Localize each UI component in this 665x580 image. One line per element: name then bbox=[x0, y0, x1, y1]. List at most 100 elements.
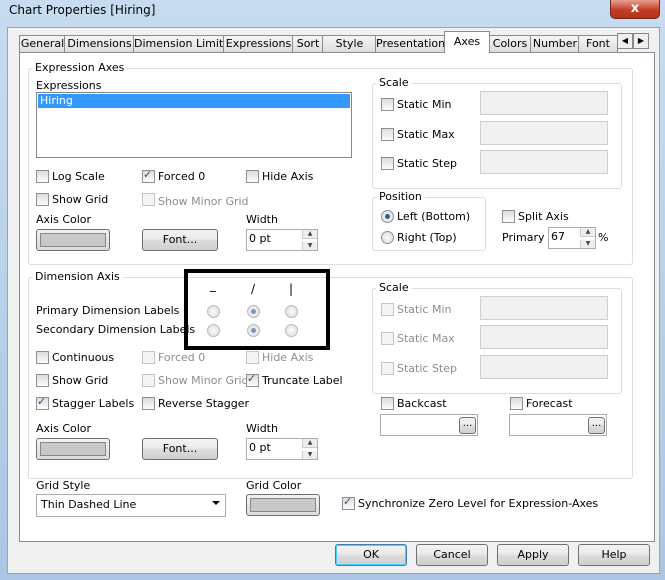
tab-sort[interactable]: Sort bbox=[292, 35, 324, 52]
spin-up-icon[interactable]: ▲ bbox=[302, 230, 317, 239]
forecast-browse-button[interactable]: ... bbox=[588, 417, 605, 434]
continuous-checkbox[interactable] bbox=[36, 351, 49, 364]
dim-static-step-input[interactable] bbox=[480, 355, 608, 379]
spin-up-icon[interactable]: ▲ bbox=[302, 439, 317, 448]
tab-presentation[interactable]: Presentation bbox=[375, 35, 446, 52]
grid-color-button[interactable] bbox=[246, 494, 320, 516]
cancel-button[interactable]: Cancel bbox=[416, 544, 488, 566]
font-button[interactable]: Font... bbox=[142, 229, 218, 251]
width-spinner[interactable]: 0 pt ▲ ▼ bbox=[246, 229, 318, 251]
sync-zero-checkbox[interactable]: ✓ bbox=[342, 495, 355, 510]
tab-dimensions[interactable]: Dimensions bbox=[64, 35, 135, 52]
tab-colors[interactable]: Colors bbox=[488, 35, 532, 52]
dim-show-grid-label: Show Grid bbox=[52, 374, 109, 387]
tab-scroll-left-icon[interactable]: ◀ bbox=[617, 33, 633, 49]
dim-show-grid-checkbox[interactable] bbox=[36, 374, 49, 387]
primary-unit: % bbox=[598, 231, 609, 244]
check-icon: ✓ bbox=[247, 372, 257, 385]
dim-forced-0-checkbox[interactable] bbox=[142, 351, 155, 364]
left-bottom-radio[interactable] bbox=[381, 210, 394, 223]
spin-down-icon[interactable]: ▼ bbox=[302, 242, 317, 250]
spin-down-icon[interactable]: ▼ bbox=[580, 240, 595, 248]
axis-color-swatch bbox=[40, 233, 106, 247]
tab-style[interactable]: Style bbox=[322, 35, 377, 52]
dialog-window: Chart Properties [Hiring] x General Dime… bbox=[0, 0, 665, 580]
log-scale-label: Log Scale bbox=[52, 170, 105, 183]
dim-static-max-label: Static Max bbox=[397, 332, 455, 345]
primary-vertical-radio[interactable] bbox=[285, 305, 298, 318]
dim-axis-color-button[interactable] bbox=[36, 438, 110, 460]
hide-axis-checkbox[interactable] bbox=[246, 170, 259, 183]
secondary-diagonal-radio[interactable] bbox=[247, 324, 260, 337]
grid-color-label: Grid Color bbox=[246, 479, 302, 492]
primary-spinner[interactable]: 67 ▲ ▼ bbox=[548, 227, 596, 249]
forced-0-checkbox[interactable]: ✓ bbox=[142, 168, 155, 183]
show-minor-grid-checkbox[interactable] bbox=[142, 193, 155, 206]
primary-diagonal-radio[interactable] bbox=[247, 305, 260, 318]
secondary-vertical-radio[interactable] bbox=[285, 324, 298, 337]
dim-width-spinner[interactable]: 0 pt ▲ ▼ bbox=[246, 438, 318, 460]
diagonal-orientation-symbol: / bbox=[250, 282, 256, 296]
reverse-stagger-checkbox[interactable] bbox=[142, 397, 155, 410]
expression-scale-label: Scale bbox=[376, 76, 412, 89]
primary-value: 67 bbox=[551, 230, 565, 243]
dim-static-max-input[interactable] bbox=[480, 325, 608, 349]
dim-static-step-label: Static Step bbox=[397, 362, 457, 375]
radio-selected-dot bbox=[251, 328, 256, 333]
right-top-radio[interactable] bbox=[381, 231, 394, 244]
check-icon: ✓ bbox=[343, 495, 353, 508]
tab-general[interactable]: General bbox=[19, 35, 66, 52]
static-min-checkbox[interactable] bbox=[381, 98, 394, 111]
continuous-label: Continuous bbox=[52, 351, 115, 364]
dim-static-max-checkbox[interactable] bbox=[381, 332, 394, 345]
tab-number[interactable]: Number bbox=[530, 35, 580, 52]
close-button[interactable]: x bbox=[610, 0, 660, 19]
log-scale-checkbox[interactable] bbox=[36, 170, 49, 183]
grid-style-dropdown[interactable]: Thin Dashed Line bbox=[36, 494, 226, 517]
tab-axes[interactable]: Axes bbox=[444, 31, 490, 53]
dim-axis-color-label: Axis Color bbox=[36, 422, 92, 435]
dim-show-minor-grid-checkbox[interactable] bbox=[142, 374, 155, 387]
reverse-stagger-label: Reverse Stagger bbox=[158, 397, 250, 410]
split-axis-checkbox[interactable] bbox=[502, 210, 515, 223]
tab-scroll-right-icon[interactable]: ▶ bbox=[633, 33, 649, 49]
title-bar[interactable]: Chart Properties [Hiring] x bbox=[0, 0, 665, 22]
tab-expressions[interactable]: Expressions bbox=[223, 35, 294, 52]
truncate-label-checkbox[interactable]: ✓ bbox=[246, 372, 259, 387]
sync-zero-label: Synchronize Zero Level for Expression-Ax… bbox=[358, 497, 599, 510]
show-grid-checkbox[interactable] bbox=[36, 193, 49, 206]
axis-color-button[interactable] bbox=[36, 229, 110, 251]
static-min-input[interactable] bbox=[480, 91, 608, 115]
horizontal-orientation-symbol: _ bbox=[210, 278, 216, 292]
check-icon: ✓ bbox=[143, 168, 153, 181]
tab-font[interactable]: Font bbox=[578, 35, 618, 52]
static-step-input[interactable] bbox=[480, 150, 608, 174]
spin-down-icon[interactable]: ▼ bbox=[302, 451, 317, 459]
static-step-checkbox[interactable] bbox=[381, 157, 394, 170]
split-axis-label: Split Axis bbox=[518, 210, 569, 223]
primary-horizontal-radio[interactable] bbox=[207, 305, 220, 318]
dim-forced-0-label: Forced 0 bbox=[158, 351, 206, 364]
static-max-input[interactable] bbox=[480, 121, 608, 145]
backcast-browse-button[interactable]: ... bbox=[459, 417, 476, 434]
dim-static-step-checkbox[interactable] bbox=[381, 362, 394, 375]
backcast-checkbox[interactable] bbox=[381, 397, 394, 410]
dim-hide-axis-checkbox[interactable] bbox=[246, 351, 259, 364]
ok-button[interactable]: OK bbox=[335, 544, 407, 566]
dim-font-button[interactable]: Font... bbox=[142, 438, 218, 460]
stagger-labels-checkbox[interactable]: ✓ bbox=[36, 395, 49, 410]
tab-dimension-limits[interactable]: Dimension Limits bbox=[133, 35, 229, 52]
dim-static-min-input[interactable] bbox=[480, 296, 608, 320]
spin-up-icon[interactable]: ▲ bbox=[580, 228, 595, 237]
help-button[interactable]: Help bbox=[578, 544, 650, 566]
apply-button[interactable]: Apply bbox=[497, 544, 569, 566]
expression-list-item[interactable]: Hiring bbox=[38, 94, 350, 108]
secondary-horizontal-radio[interactable] bbox=[207, 324, 220, 337]
dim-width-value: 0 pt bbox=[249, 441, 271, 454]
expressions-listbox[interactable]: Hiring bbox=[36, 92, 352, 158]
static-max-checkbox[interactable] bbox=[381, 128, 394, 141]
static-max-label: Static Max bbox=[397, 128, 455, 141]
chevron-down-icon bbox=[212, 501, 220, 505]
forecast-checkbox[interactable] bbox=[510, 397, 523, 410]
dim-static-min-checkbox[interactable] bbox=[381, 303, 394, 316]
